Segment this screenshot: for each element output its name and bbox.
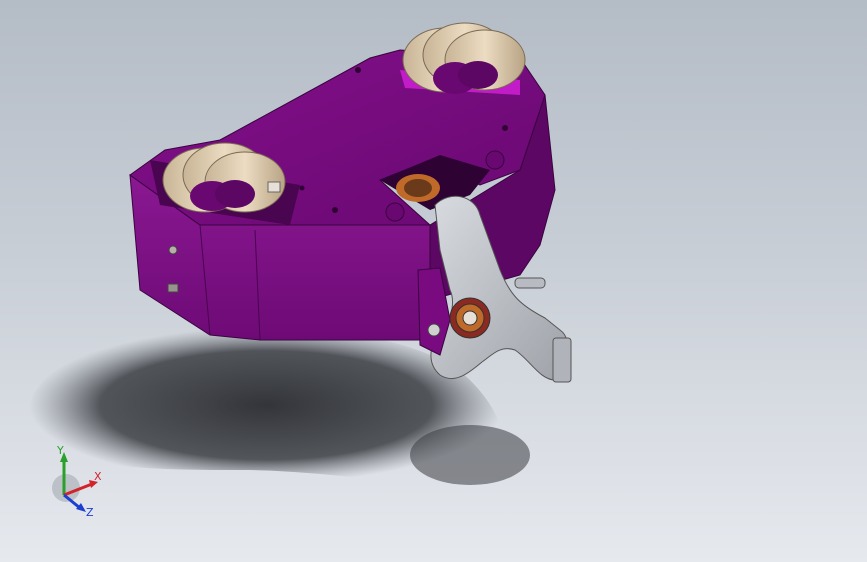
rear-wheel-assembly[interactable] bbox=[400, 22, 526, 95]
graphics-viewport[interactable]: Y X Z bbox=[0, 0, 867, 562]
z-axis-label: Z bbox=[86, 506, 94, 519]
bearing bbox=[396, 174, 440, 202]
x-axis-label: X bbox=[94, 470, 102, 483]
model-scene[interactable] bbox=[0, 0, 867, 562]
y-axis-label: Y bbox=[56, 444, 64, 457]
orientation-triad[interactable]: Y X Z bbox=[44, 440, 114, 520]
